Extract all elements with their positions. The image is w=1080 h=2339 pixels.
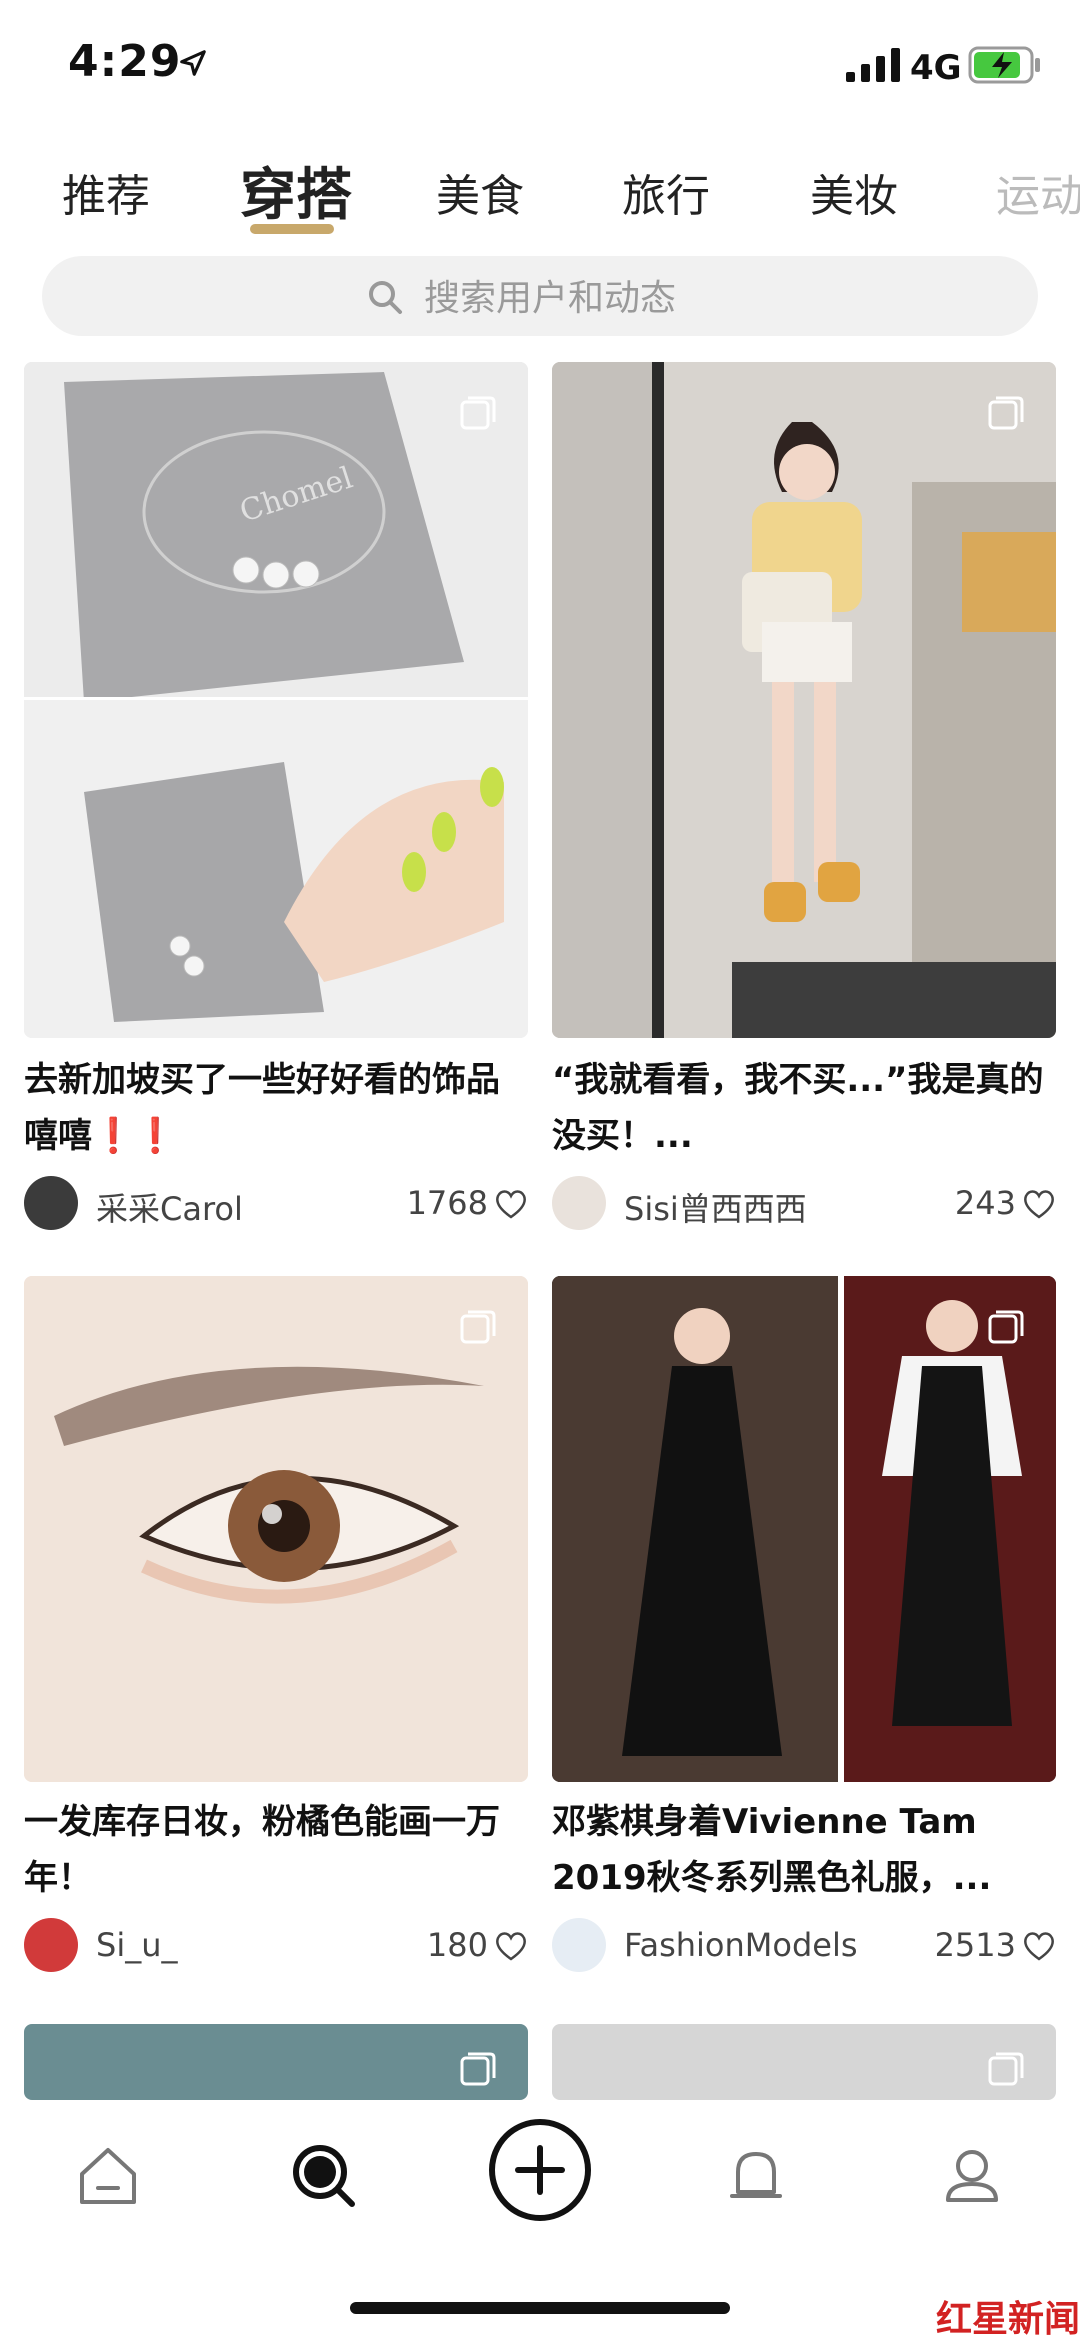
heart-icon[interactable]: [494, 1930, 528, 1962]
multi-image-icon: [460, 1310, 496, 1344]
username[interactable]: 采采Carol: [96, 1184, 243, 1230]
card-image[interactable]: [24, 1276, 528, 1782]
network-label: 4G: [910, 48, 962, 88]
profile-icon[interactable]: [936, 2140, 1008, 2212]
card-title[interactable]: “我就看看，我不买...”我是真的没买！...: [552, 1052, 1056, 1164]
active-tab-indicator: [250, 224, 334, 234]
tab-beauty[interactable]: 美妆: [810, 160, 898, 224]
multi-image-icon: [988, 2052, 1024, 2086]
feed-card[interactable]: Chomel 去新加坡买了一些好好看的饰品嘻嘻❗️❗️ 采采Carol 1768: [24, 362, 528, 1232]
search-icon: [369, 281, 402, 314]
username[interactable]: Sisi曾西西西: [624, 1184, 807, 1230]
tab-recommend[interactable]: 推荐: [62, 160, 150, 224]
card-image[interactable]: [552, 362, 1056, 1038]
multi-image-icon: [988, 1310, 1024, 1344]
card-title[interactable]: 一发库存日妆，粉橘色能画一万年！: [24, 1794, 528, 1906]
mirror-selfie-photo: [552, 362, 1056, 1038]
card-user-row: Si_u_ 180: [24, 1918, 528, 1974]
location-arrow-icon: [180, 50, 206, 76]
avatar[interactable]: [552, 1918, 606, 1972]
status-time: 4:29: [68, 36, 182, 87]
card-image[interactable]: [552, 1276, 1056, 1782]
like-count: 1768: [406, 1184, 488, 1222]
heart-icon[interactable]: [1022, 1930, 1056, 1962]
card-user-row: 采采Carol 1768: [24, 1176, 528, 1232]
signal-icon: [846, 48, 900, 82]
tab-travel[interactable]: 旅行: [622, 160, 710, 224]
like-count: 243: [954, 1184, 1016, 1222]
card-user-row: Sisi曾西西西 243: [552, 1176, 1056, 1232]
feed-card[interactable]: [552, 2024, 1056, 2100]
battery-charging-icon: [968, 46, 1040, 84]
card-image[interactable]: Chomel: [24, 362, 528, 1038]
discover-search-icon[interactable]: [288, 2140, 360, 2212]
home-indicator: [350, 2302, 730, 2314]
multi-image-icon: [460, 396, 496, 430]
feed-card[interactable]: 邓紫棋身着Vivienne Tam 2019秋冬系列黑色礼服，... Fashi…: [552, 1276, 1056, 1976]
feed-card[interactable]: [24, 2024, 528, 2100]
heart-icon[interactable]: [494, 1188, 528, 1220]
bracelet-photo: Chomel: [24, 362, 528, 1038]
red-carpet-photo: [552, 1276, 1056, 1782]
username[interactable]: Si_u_: [96, 1926, 177, 1964]
username[interactable]: FashionModels: [624, 1926, 858, 1964]
multi-image-icon: [988, 396, 1024, 430]
feed-card[interactable]: 一发库存日妆，粉橘色能画一万年！ Si_u_ 180: [24, 1276, 528, 1976]
card-user-row: FashionModels 2513: [552, 1918, 1056, 1974]
like-count: 180: [426, 1926, 488, 1964]
tab-outfit[interactable]: 穿搭: [240, 150, 352, 231]
heart-icon[interactable]: [1022, 1188, 1056, 1220]
tab-food[interactable]: 美食: [436, 160, 524, 224]
watermark: 红星新闻: [936, 2290, 1080, 2339]
notification-bell-icon[interactable]: [720, 2140, 792, 2212]
home-icon[interactable]: [72, 2140, 144, 2212]
category-tabs: 推荐 穿搭 美食 旅行 美妆 运动: [0, 150, 1080, 260]
avatar[interactable]: [24, 1918, 78, 1972]
like-count: 2513: [934, 1926, 1016, 1964]
search-input[interactable]: [424, 270, 924, 326]
multi-image-icon: [460, 2052, 496, 2086]
avatar[interactable]: [552, 1176, 606, 1230]
card-title[interactable]: 邓紫棋身着Vivienne Tam 2019秋冬系列黑色礼服，...: [552, 1794, 1056, 1906]
status-bar: 4:29 4G: [0, 0, 1080, 130]
card-title[interactable]: 去新加坡买了一些好好看的饰品嘻嘻❗️❗️: [24, 1052, 528, 1164]
tab-sports[interactable]: 运动: [996, 160, 1080, 224]
avatar[interactable]: [24, 1176, 78, 1230]
feed-card[interactable]: “我就看看，我不买...”我是真的没买！... Sisi曾西西西 243: [552, 362, 1056, 1232]
watermark-text: 红星新闻: [936, 2299, 1080, 2339]
eye-makeup-photo: [24, 1276, 528, 1782]
add-post-icon[interactable]: [488, 2118, 592, 2222]
